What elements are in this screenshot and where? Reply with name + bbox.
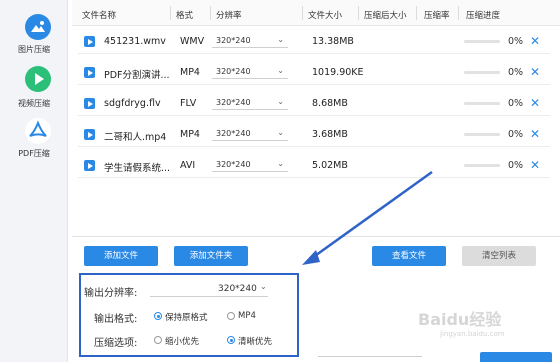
- watermark-url: jingyan.baidu.com: [440, 330, 505, 338]
- output-path-field[interactable]: [318, 356, 422, 362]
- watermark-logo: Baidu经验: [418, 310, 502, 329]
- start-button[interactable]: [480, 352, 552, 362]
